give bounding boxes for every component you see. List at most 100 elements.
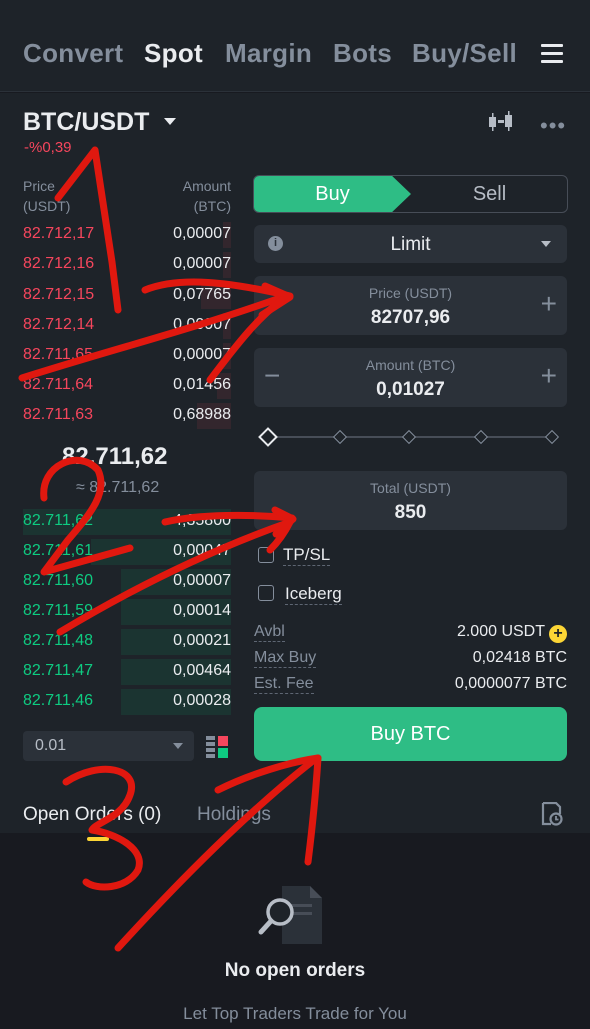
ask-amount: 0,00007: [173, 255, 231, 272]
empty-state-title: No open orders: [224, 960, 366, 981]
top-navigation: Convert Spot Margin Bots Buy/Sell: [0, 0, 590, 92]
chevron-down-icon: [541, 241, 551, 247]
price-input-label: Price (USDT): [368, 285, 453, 301]
amount-header-unit: (BTC): [193, 198, 231, 214]
ask-row[interactable]: 82.711,64 0,01456: [23, 373, 231, 406]
ask-price: 82.711,63: [23, 406, 93, 423]
total-input[interactable]: Total (USDT) 850: [254, 471, 567, 530]
chevron-down-icon: [173, 743, 183, 749]
bid-price: 82.711,48: [23, 632, 93, 649]
price-input-value[interactable]: 82707,96: [254, 307, 567, 329]
buy-btc-button[interactable]: Buy BTC: [254, 707, 567, 761]
bid-amount: 0,00021: [173, 632, 231, 649]
ask-price: 82.712,14: [23, 316, 95, 333]
active-tab-indicator: [87, 837, 109, 841]
available-label: Avbl: [254, 623, 285, 642]
amount-input[interactable]: Amount (BTC) 0,01027 − +: [254, 348, 567, 407]
pair-selector[interactable]: BTC/USDT: [23, 108, 149, 137]
minus-icon[interactable]: −: [264, 288, 280, 320]
amount-header-label: Amount: [182, 178, 231, 194]
order-type-select[interactable]: i Limit: [254, 225, 567, 263]
bid-row[interactable]: 82.711,61 0,00047: [23, 539, 231, 572]
ask-price: 82.712,16: [23, 255, 95, 272]
tab-margin[interactable]: Margin: [225, 38, 312, 69]
price-input[interactable]: Price (USDT) 82707,96 − +: [254, 276, 567, 335]
bid-row[interactable]: 82.711,48 0,00021: [23, 629, 231, 662]
buy-tab-label[interactable]: Buy: [254, 183, 411, 206]
max-buy-label: Max Buy: [254, 649, 317, 668]
tpsl-checkbox[interactable]: [258, 547, 274, 563]
iceberg-label[interactable]: Iceberg: [285, 584, 342, 605]
bid-price: 82.711,62: [23, 512, 93, 529]
bid-amount: 0,00464: [173, 662, 231, 679]
bid-amount: 0,00047: [173, 542, 231, 559]
bid-amount: 0,00028: [173, 692, 231, 709]
last-price-equivalent: ≈ 82.711,62: [76, 479, 160, 496]
ask-price: 82.712,15: [23, 286, 95, 303]
bid-amount: 4,35800: [173, 512, 231, 529]
bid-price: 82.711,59: [23, 602, 93, 619]
tpsl-label[interactable]: TP/SL: [283, 545, 331, 566]
price-header-unit: (USDT): [23, 198, 71, 214]
no-orders-icon: [258, 886, 322, 944]
tab-bots[interactable]: Bots: [333, 38, 392, 69]
tab-open-orders[interactable]: Open Orders (0): [23, 804, 161, 826]
candlestick-chart-icon[interactable]: [487, 110, 515, 134]
ask-row[interactable]: 82.711,65 0,00007: [23, 343, 231, 376]
bid-amount: 0,00014: [173, 602, 231, 619]
ask-amount: 0,00007: [173, 316, 231, 333]
plus-icon[interactable]: +: [541, 360, 557, 392]
sell-tab[interactable]: Sell: [411, 183, 568, 206]
add-funds-icon[interactable]: +: [549, 625, 567, 643]
bid-price: 82.711,61: [23, 542, 93, 559]
order-history-icon[interactable]: [541, 802, 563, 826]
ask-amount: 0,01456: [173, 376, 231, 393]
plus-icon[interactable]: +: [541, 288, 557, 320]
est-fee-value: 0,0000077 BTC: [454, 675, 567, 692]
bid-row[interactable]: 82.711,59 0,00014: [23, 599, 231, 632]
order-type-value: Limit: [390, 234, 431, 255]
chevron-down-icon[interactable]: [164, 118, 176, 125]
amount-column-header: Amount (BTC): [160, 176, 231, 216]
ask-row[interactable]: 82.712,16 0,00007: [23, 252, 231, 285]
bid-row[interactable]: 82.711,46 0,00028: [23, 689, 231, 722]
bid-row[interactable]: 82.711,62 4,35800: [23, 509, 231, 542]
minus-icon[interactable]: −: [264, 360, 280, 392]
iceberg-checkbox[interactable]: [258, 585, 274, 601]
total-input-label: Total (USDT): [370, 480, 451, 496]
bid-price: 82.711,47: [23, 662, 93, 679]
ask-row[interactable]: 82.711,63 0,68988: [23, 403, 231, 436]
total-input-value[interactable]: 850: [254, 502, 567, 524]
tab-spot[interactable]: Spot: [144, 38, 203, 69]
ask-price: 82.711,65: [23, 346, 93, 363]
tab-buy-sell[interactable]: Buy/Sell: [412, 38, 517, 69]
amount-input-label: Amount (BTC): [365, 357, 456, 373]
bid-row[interactable]: 82.711,47 0,00464: [23, 659, 231, 692]
est-fee-label: Est. Fee: [254, 675, 314, 694]
bid-price: 82.711,46: [23, 692, 93, 709]
ask-price: 82.712,17: [23, 225, 95, 242]
tab-holdings[interactable]: Holdings: [197, 804, 271, 826]
ask-row[interactable]: 82.712,15 0,07765: [23, 283, 231, 316]
ask-row[interactable]: 82.712,17 0,00007: [23, 222, 231, 255]
tick-size-select[interactable]: 0.01: [23, 731, 194, 761]
menu-icon[interactable]: [541, 44, 563, 64]
ask-amount: 0,07765: [173, 286, 231, 303]
last-price: 82.711,62: [62, 443, 168, 470]
more-options-icon[interactable]: •••: [540, 113, 566, 139]
ask-amount: 0,00007: [173, 346, 231, 363]
ask-amount: 0,00007: [173, 225, 231, 242]
price-column-header: Price (USDT): [23, 176, 70, 216]
orderbook-layout-icon[interactable]: [206, 736, 228, 758]
bid-row[interactable]: 82.711,60 0,00007: [23, 569, 231, 602]
bid-amount: 0,00007: [173, 572, 231, 589]
copy-trading-promo[interactable]: Let Top Traders Trade for You: [0, 1004, 590, 1024]
max-buy-value: 0,02418 BTC: [472, 649, 567, 666]
tab-convert[interactable]: Convert: [23, 38, 123, 69]
amount-input-value[interactable]: 0,01027: [254, 379, 567, 401]
ask-row[interactable]: 82.712,14 0,00007: [23, 313, 231, 346]
tick-size-value: 0.01: [35, 737, 67, 754]
bid-price: 82.711,60: [23, 572, 93, 589]
available-row: 2.000 USDT +: [457, 622, 567, 643]
price-header-label: Price: [23, 178, 55, 194]
